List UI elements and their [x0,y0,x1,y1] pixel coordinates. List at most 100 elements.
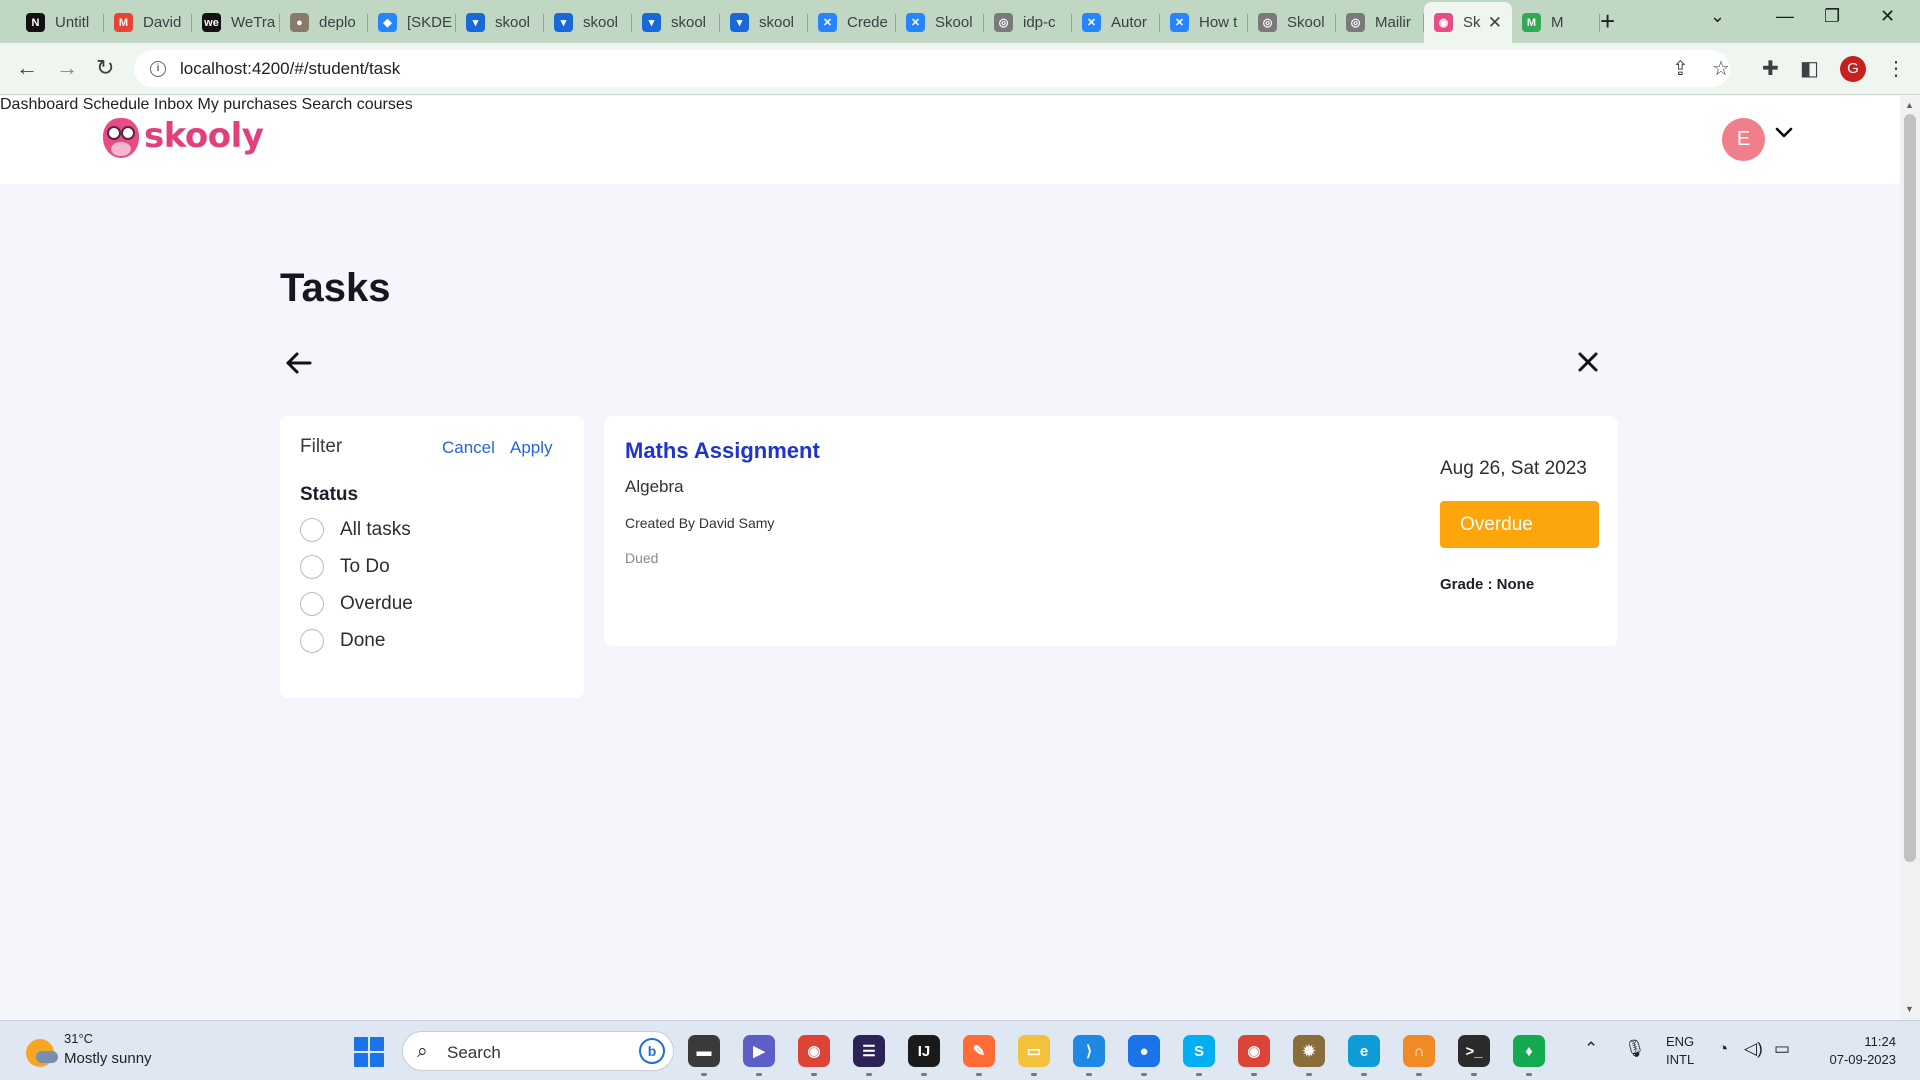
site-info-icon[interactable]: i [150,60,166,77]
page-scrollbar[interactable]: ▲ ▼ [1900,96,1920,1020]
reload-icon[interactable]: ↻ [96,55,114,81]
address-url[interactable]: localhost:4200/#/student/task [180,59,400,79]
browser-tab[interactable]: ✕ Skool [896,4,984,41]
chrome-profile-icon[interactable]: ◉ [1238,1035,1270,1067]
browser-tab[interactable]: ▾ skool [632,4,720,41]
tab-title: M [1551,14,1564,31]
scroll-up-icon[interactable]: ▲ [1905,100,1914,110]
tray-overflow-chevron-icon[interactable]: ⌃ [1584,1039,1598,1059]
nav-dashboard[interactable]: Dashboard [0,96,78,113]
chevron-down-icon[interactable] [1774,123,1794,143]
chrome-icon[interactable]: ◉ [798,1035,830,1067]
radio-to-do[interactable]: To Do [300,555,390,579]
browser-profile-avatar[interactable]: G [1840,56,1866,82]
browser-tab-active[interactable]: ◉ Sk ✕ [1424,2,1512,43]
weather-description[interactable]: Mostly sunny [64,1050,152,1067]
browser-tab[interactable]: ✕ How t [1160,4,1248,41]
radio-button[interactable] [300,555,324,579]
mongodb-icon[interactable]: ♦ [1513,1035,1545,1067]
browser-tab[interactable]: ✕ Crede [808,4,896,41]
teams-icon[interactable]: ▶ [743,1035,775,1067]
task-card[interactable]: Maths Assignment Algebra Created By Davi… [604,416,1618,646]
browser-tab[interactable]: ▾ skool [544,4,632,41]
taskbar-search[interactable]: ⌕ Search b [402,1031,674,1071]
task-title[interactable]: Maths Assignment [625,438,820,464]
vscode-icon[interactable]: ⟩ [1073,1035,1105,1067]
maps-icon[interactable]: ● [1128,1035,1160,1067]
browser-menu-icon[interactable]: ⋮ [1886,56,1906,81]
status-label: Status [300,484,359,505]
skooly-logo[interactable]: skooly [100,112,264,160]
volume-icon[interactable]: ◁) [1744,1039,1763,1059]
new-tab-button[interactable]: + [1600,6,1615,37]
tab-title: Sk [1463,14,1481,31]
tools-icon[interactable]: ✹ [1293,1035,1325,1067]
weather-temperature[interactable]: 31°C [64,1031,93,1046]
file-manager-icon[interactable]: ▬ [688,1035,720,1067]
back-icon[interactable]: ← [16,55,38,81]
app-running-indicator [1416,1073,1422,1076]
radio-all-tasks[interactable]: All tasks [300,518,411,542]
browser-tab[interactable]: we WeTra [192,4,280,41]
extensions-icon[interactable]: ✚ [1762,56,1779,81]
bookmark-star-icon[interactable]: ☆ [1712,56,1730,81]
edge-icon[interactable]: e [1348,1035,1380,1067]
browser-tab[interactable]: ◎ Skool [1248,4,1336,41]
weather-sun-icon[interactable] [26,1039,58,1067]
wifi-icon[interactable]: ◔ [1718,1039,1728,1059]
intellij-icon[interactable]: IJ [908,1035,940,1067]
radio-label: Overdue [340,593,413,614]
tab-title: idp-c [1023,14,1056,31]
input-language[interactable]: ENG INTL [1666,1033,1694,1069]
radio-button[interactable] [300,518,324,542]
nav-search-courses[interactable]: Search courses [302,96,413,113]
browser-tab[interactable]: ✕ Autor [1072,4,1160,41]
radio-button[interactable] [300,629,324,653]
terminal-icon[interactable]: >_ [1458,1035,1490,1067]
skype-icon[interactable]: S [1183,1035,1215,1067]
scroll-down-icon[interactable]: ▼ [1905,1004,1914,1014]
apply-button[interactable]: Apply [510,438,553,458]
back-arrow-icon[interactable] [284,350,314,376]
radio-button[interactable] [300,592,324,616]
explorer-icon[interactable]: ▭ [1018,1035,1050,1067]
windows-start-icon[interactable] [354,1037,384,1067]
address-bar[interactable]: i localhost:4200/#/student/task [134,50,1730,87]
browser-tab[interactable]: ◎ Mailir [1336,4,1424,41]
microphone-icon[interactable]: 🎙 [1624,1039,1646,1059]
bing-icon[interactable]: b [639,1038,665,1064]
battery-icon[interactable]: ▭ [1774,1039,1790,1059]
close-window-button[interactable]: ✕ [1880,6,1895,27]
forward-icon[interactable]: → [56,55,78,81]
eclipse-icon[interactable]: ☰ [853,1035,885,1067]
app-running-indicator [701,1073,707,1076]
browser-tab[interactable]: ▾ skool [720,4,808,41]
close-icon[interactable] [1576,350,1600,374]
browser-tab[interactable]: ▾ skool [456,4,544,41]
browser-tab[interactable]: ● deplo [280,4,368,41]
user-avatar[interactable]: E [1722,118,1765,161]
browser-tab[interactable]: ◎ idp-c [984,4,1072,41]
browser-toolbar: ← → ↻ i localhost:4200/#/student/task ⇪ … [0,43,1920,95]
tab-search-chevron-icon[interactable]: ⌄ [1710,6,1725,27]
scrollbar-thumb[interactable] [1904,114,1916,862]
radio-done[interactable]: Done [300,629,385,653]
nav-my-purchases[interactable]: My purchases [198,96,298,113]
app-icon[interactable]: ∩ [1403,1035,1435,1067]
minimize-button[interactable]: — [1776,6,1794,27]
browser-tab[interactable]: N Untitl [16,4,104,41]
browser-tab[interactable]: M David [104,4,192,41]
radio-overdue[interactable]: Overdue [300,592,413,616]
postman-icon[interactable]: ✎ [963,1035,995,1067]
browser-tab[interactable]: ◆ [SKDE [368,4,456,41]
browser-tab[interactable]: MM [1512,4,1600,41]
side-panel-icon[interactable]: ◧ [1800,56,1819,81]
cancel-button[interactable]: Cancel [442,438,495,458]
close-tab-icon[interactable]: ✕ [1488,13,1502,33]
browser-tab-strip: + ⌄ — ❐ ✕ N Untitl M David we WeTra ● deplo ◆ [SK… [0,0,1920,43]
share-icon[interactable]: ⇪ [1672,56,1689,81]
nav-inbox[interactable]: Inbox [154,96,193,113]
restore-button[interactable]: ❐ [1824,6,1840,27]
system-clock[interactable]: 11:24 07-09-2023 [1816,1033,1897,1069]
nav-schedule[interactable]: Schedule [83,96,150,113]
